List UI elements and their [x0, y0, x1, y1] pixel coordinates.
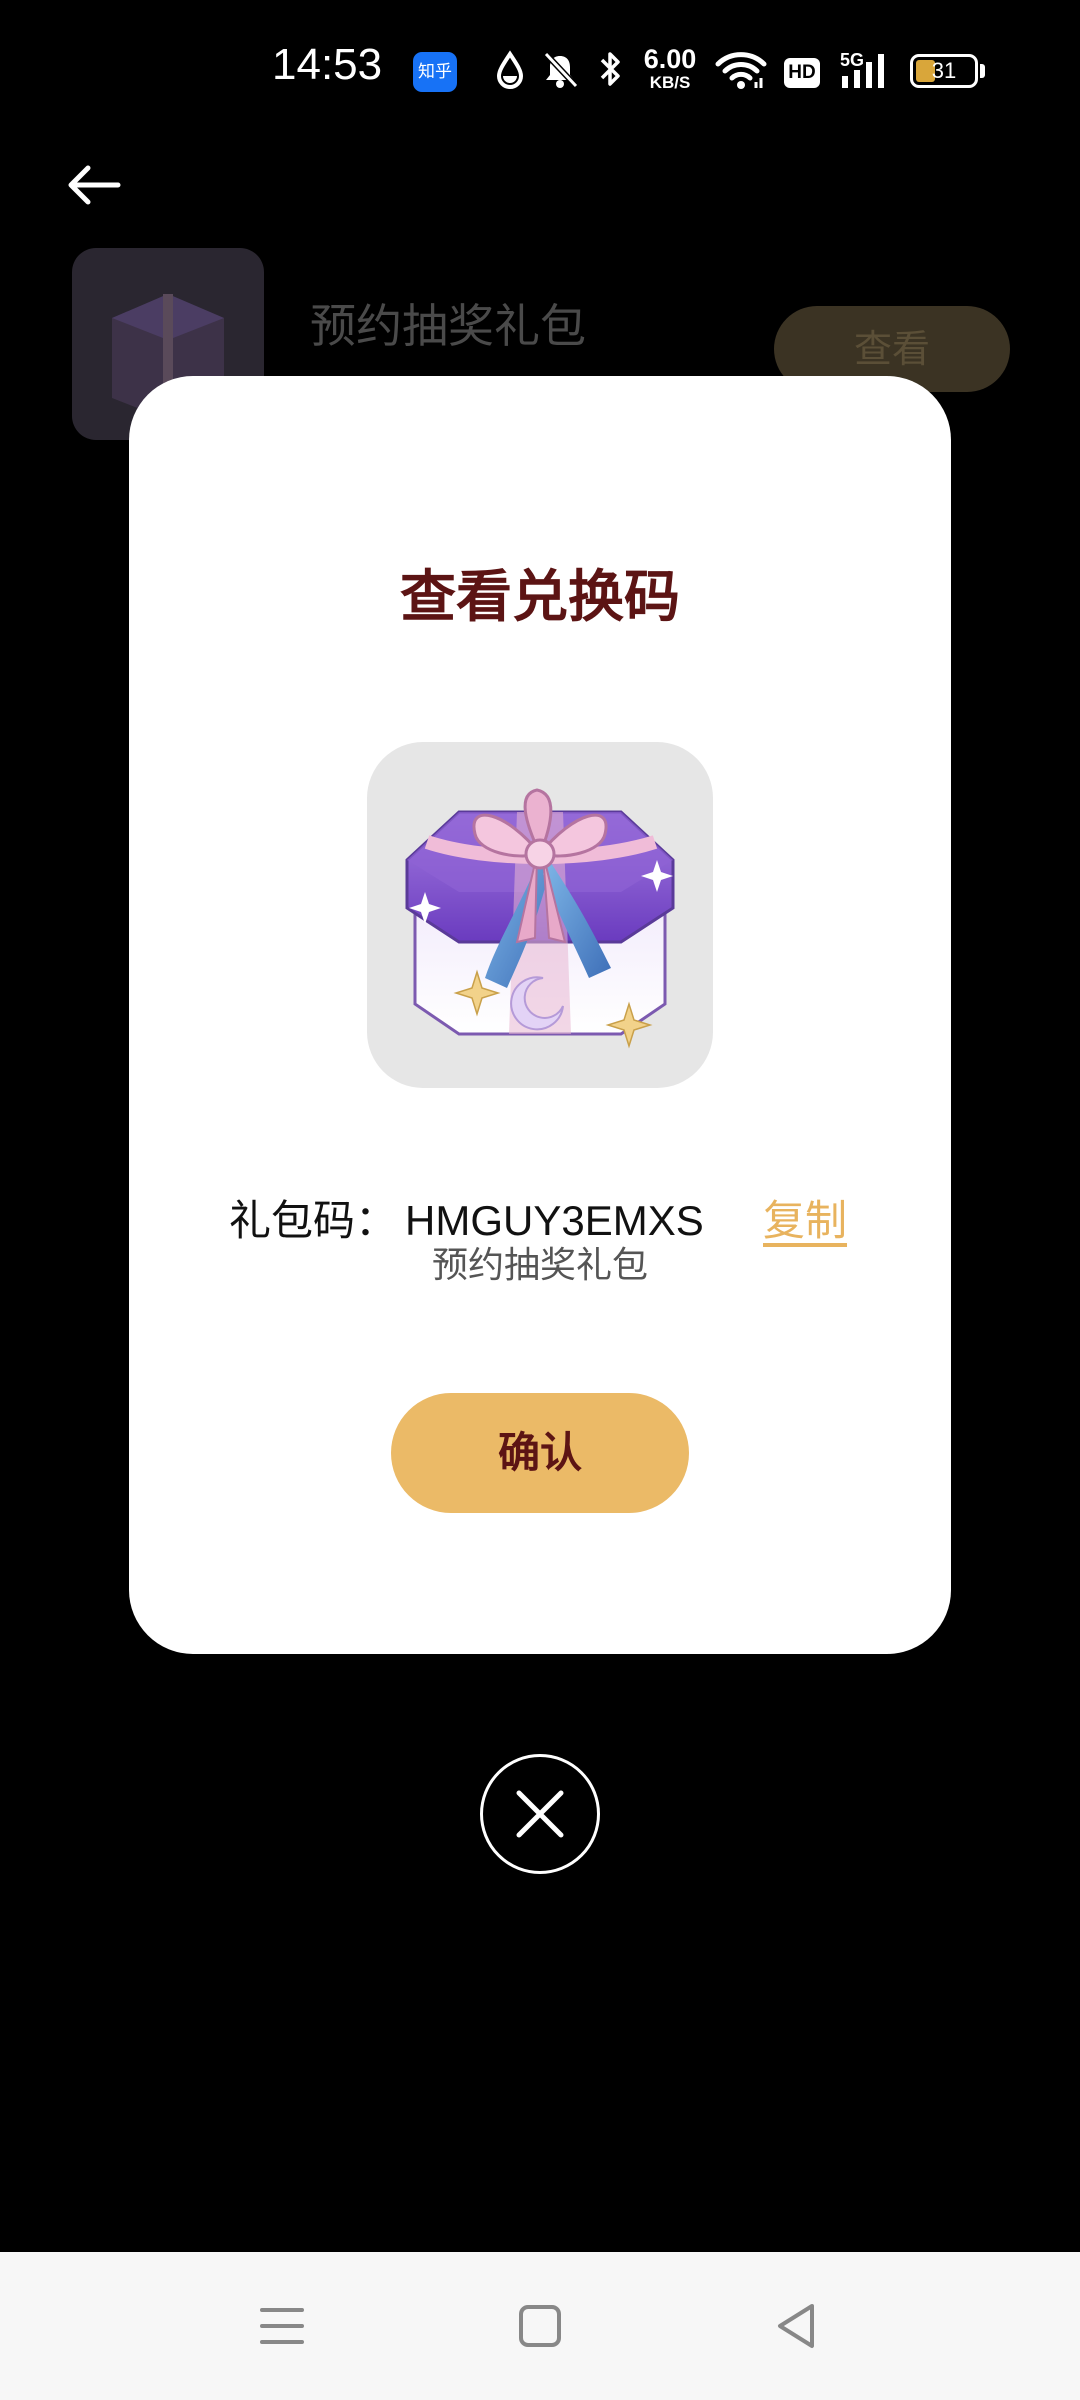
- home-square-icon[interactable]: [510, 2296, 570, 2356]
- redeem-code-dialog: 查看兑换码 礼包码： HMGUY3EMXS 复制 预约抽奖礼包 确认: [129, 376, 951, 1654]
- zhihu-app-icon: 知乎: [413, 52, 457, 92]
- signal-5g-icon: 5G: [840, 50, 884, 88]
- bluetooth-icon: [600, 52, 620, 86]
- dialog-title: 查看兑换码: [400, 565, 680, 630]
- confirm-button[interactable]: 确认: [391, 1393, 689, 1513]
- network-speed-unit: KB/S: [649, 73, 691, 92]
- system-nav-bar: [0, 2252, 1080, 2400]
- water-drop-icon: [496, 50, 524, 89]
- arrow-left-icon[interactable]: [64, 160, 124, 210]
- network-speed: 6.00 KB/S: [636, 44, 704, 92]
- gift-name: 预约抽奖礼包: [431, 1245, 648, 1286]
- battery-tip: [980, 64, 985, 78]
- close-dialog-button[interactable]: [480, 1754, 600, 1874]
- battery-icon: 31: [910, 54, 978, 88]
- background-card-title: 预约抽奖礼包: [310, 299, 586, 353]
- hd-icon: HD: [784, 58, 820, 88]
- gift-image-container: [367, 742, 713, 1088]
- wifi-icon: [715, 52, 767, 89]
- gift-box-icon: [405, 788, 675, 1049]
- signal-label: 5G: [840, 50, 864, 70]
- network-speed-value: 6.00: [643, 44, 697, 74]
- back-triangle-icon[interactable]: [768, 2296, 828, 2356]
- bell-off-icon: [543, 51, 579, 89]
- battery-level: 31: [931, 58, 957, 83]
- status-bar: 14:53 知乎 6.00 KB/S HD 5G 31: [0, 0, 1080, 140]
- close-icon: [516, 1790, 564, 1838]
- status-time: 14:53: [272, 40, 383, 89]
- menu-icon[interactable]: [252, 2296, 312, 2356]
